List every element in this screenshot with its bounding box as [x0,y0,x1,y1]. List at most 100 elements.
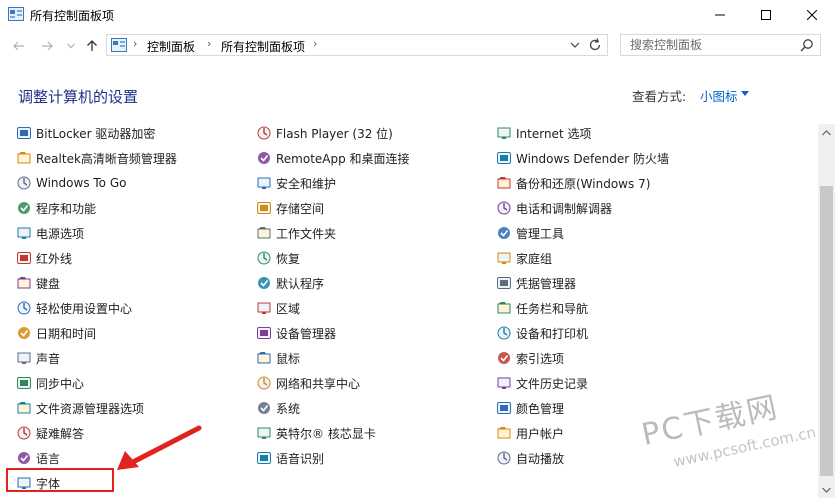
vertical-scrollbar[interactable] [818,124,835,498]
control-panel-item[interactable]: Realtek高清晰音频管理器 [16,147,177,169]
firewall-icon [497,152,511,164]
control-panel-item[interactable]: 同步中心 [16,372,84,394]
item-label: 区域 [276,301,301,316]
control-panel-item[interactable]: Flash Player (32 位) [256,122,393,144]
item-label: BitLocker 驱动器加密 [36,126,156,141]
remoteapp-icon [258,152,270,164]
control-panel-item[interactable]: BitLocker 驱动器加密 [16,122,155,144]
search-box[interactable] [620,34,821,56]
phone-modem-icon [497,201,511,215]
control-panel-item[interactable]: 日期和时间 [16,322,96,344]
control-panel-item[interactable]: Internet 选项 [496,122,591,144]
control-panel-item[interactable]: 疑难解答 [16,422,84,444]
breadcrumb-all-items[interactable]: 所有控制面板项 [221,38,305,55]
breadcrumb-control-panel[interactable]: 控制面板 [147,38,195,55]
close-button[interactable] [789,0,835,30]
control-panel-item[interactable]: 语言 [16,447,60,469]
devices-printers-icon [497,326,511,340]
search-icon[interactable] [800,38,814,52]
control-panel-item[interactable]: 语音识别 [256,447,324,469]
date-time-icon [18,327,30,339]
file-history-icon [497,377,511,389]
control-panel-item[interactable]: 程序和功能 [16,197,96,219]
scroll-down-button[interactable] [818,481,835,498]
view-by-dropdown[interactable]: 小图标 [700,86,738,105]
control-panel-item[interactable]: 管理工具 [496,222,564,244]
maximize-button[interactable] [743,0,789,30]
search-input[interactable] [621,35,800,55]
control-panel-item[interactable]: 存储空间 [256,197,324,219]
control-panel-item[interactable]: 区域 [256,297,300,319]
control-panel-item[interactable]: 备份和还原(Windows 7) [496,172,650,194]
item-label: 安全和维护 [276,176,337,191]
item-label: RemoteApp 和桌面连接 [276,151,410,166]
control-panel-item[interactable]: 文件历史记录 [496,372,588,394]
control-panel-item[interactable]: 鼠标 [256,347,300,369]
control-panel-item[interactable]: 声音 [16,347,60,369]
control-panel-icon [111,38,127,52]
control-panel-item[interactable]: 索引选项 [496,347,564,369]
back-button[interactable] [12,39,26,53]
control-panel-item[interactable]: 文件资源管理器选项 [16,397,144,419]
control-panel-item[interactable]: 工作文件夹 [256,222,336,244]
backup-restore-icon [497,177,511,189]
breadcrumb-separator-icon[interactable]: › [313,37,317,50]
item-label: 疑难解答 [36,426,85,441]
control-panel-item[interactable]: 安全和维护 [256,172,336,194]
programs-icon [18,202,30,214]
color-management-icon [497,402,511,414]
item-label: 键盘 [36,276,61,291]
breadcrumb-separator-icon[interactable]: › [133,37,137,50]
control-panel-item[interactable]: 凭据管理器 [496,272,576,294]
control-panel-item[interactable]: 轻松使用设置中心 [16,297,132,319]
control-panel-item[interactable]: 自动播放 [496,447,564,469]
item-label: 设备和打印机 [516,326,589,341]
control-panel-item[interactable]: Windows Defender 防火墙 [496,147,669,169]
page-title: 调整计算机的设置 [18,88,139,106]
highlight-box [6,468,114,492]
minimize-button[interactable] [697,0,743,30]
control-panel-item[interactable]: 任务栏和导航 [496,297,588,319]
ease-of-access-icon [17,301,31,315]
control-panel-item[interactable]: 电源选项 [16,222,84,244]
recent-locations-button[interactable] [64,39,78,53]
refresh-icon[interactable] [587,37,603,53]
control-panel-item[interactable]: 设备管理器 [256,322,336,344]
control-panel-item[interactable]: 电话和调制解调器 [496,197,612,219]
chevron-down-icon[interactable] [569,38,581,52]
default-programs-icon [258,277,270,289]
item-label: 语音识别 [276,451,325,466]
view-by-label: 查看方式: [632,89,687,104]
close-icon [807,10,817,20]
breadcrumb-separator-icon[interactable]: › [207,37,211,50]
item-label: 工作文件夹 [276,226,337,241]
control-panel-item[interactable]: 网络和共享中心 [256,372,360,394]
troubleshooting-icon [17,426,31,440]
explorer-options-icon [17,402,31,414]
control-panel-item[interactable]: 红外线 [16,247,72,269]
scroll-up-button[interactable] [818,124,835,141]
control-panel-item[interactable]: 英特尔® 核芯显卡 [256,422,376,444]
title-bar: 所有控制面板项 [0,0,835,30]
control-panel-item[interactable]: 颜色管理 [496,397,564,419]
control-panel-item[interactable]: 恢复 [256,247,300,269]
control-panel-item[interactable]: RemoteApp 和桌面连接 [256,147,410,169]
item-label: 用户帐户 [516,426,565,441]
user-accounts-icon [497,427,511,439]
control-panel-item[interactable]: 键盘 [16,272,60,294]
item-label: 颜色管理 [516,401,565,416]
up-button[interactable] [85,39,99,53]
chevron-down-icon[interactable] [741,91,749,96]
control-panel-item[interactable]: 系统 [256,397,300,419]
item-label: 备份和还原(Windows 7) [516,176,651,191]
forward-button[interactable] [40,39,54,53]
scroll-thumb[interactable] [820,186,833,476]
item-label: 索引选项 [516,351,565,366]
address-bar[interactable]: › 控制面板 › 所有控制面板项 › [106,34,608,56]
control-panel-item[interactable]: 设备和打印机 [496,322,588,344]
control-panel-item[interactable]: 家庭组 [496,247,552,269]
control-panel-item[interactable]: 用户帐户 [496,422,564,444]
control-panel-item[interactable]: 默认程序 [256,272,324,294]
control-panel-item[interactable]: Windows To Go [16,172,126,194]
power-options-icon [17,227,31,239]
